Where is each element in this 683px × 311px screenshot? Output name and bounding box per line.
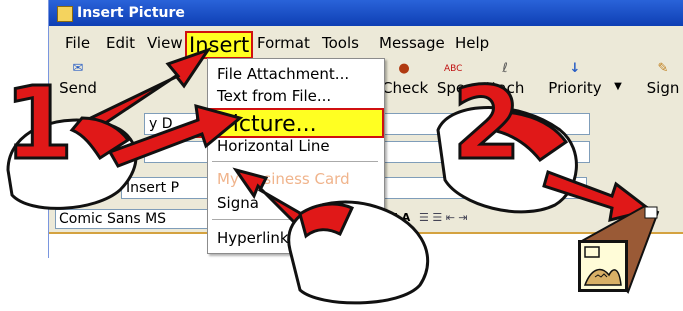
step-1-text: 1 [4, 65, 74, 182]
step-2-text: 2 [452, 65, 522, 182]
step-1-badge: 1 [3, 64, 76, 184]
step-2-badge: 2 [451, 64, 524, 184]
insert-picture-icon [578, 240, 628, 292]
mouse-3-icon [287, 200, 430, 305]
picture-glyph-icon [583, 246, 622, 286]
